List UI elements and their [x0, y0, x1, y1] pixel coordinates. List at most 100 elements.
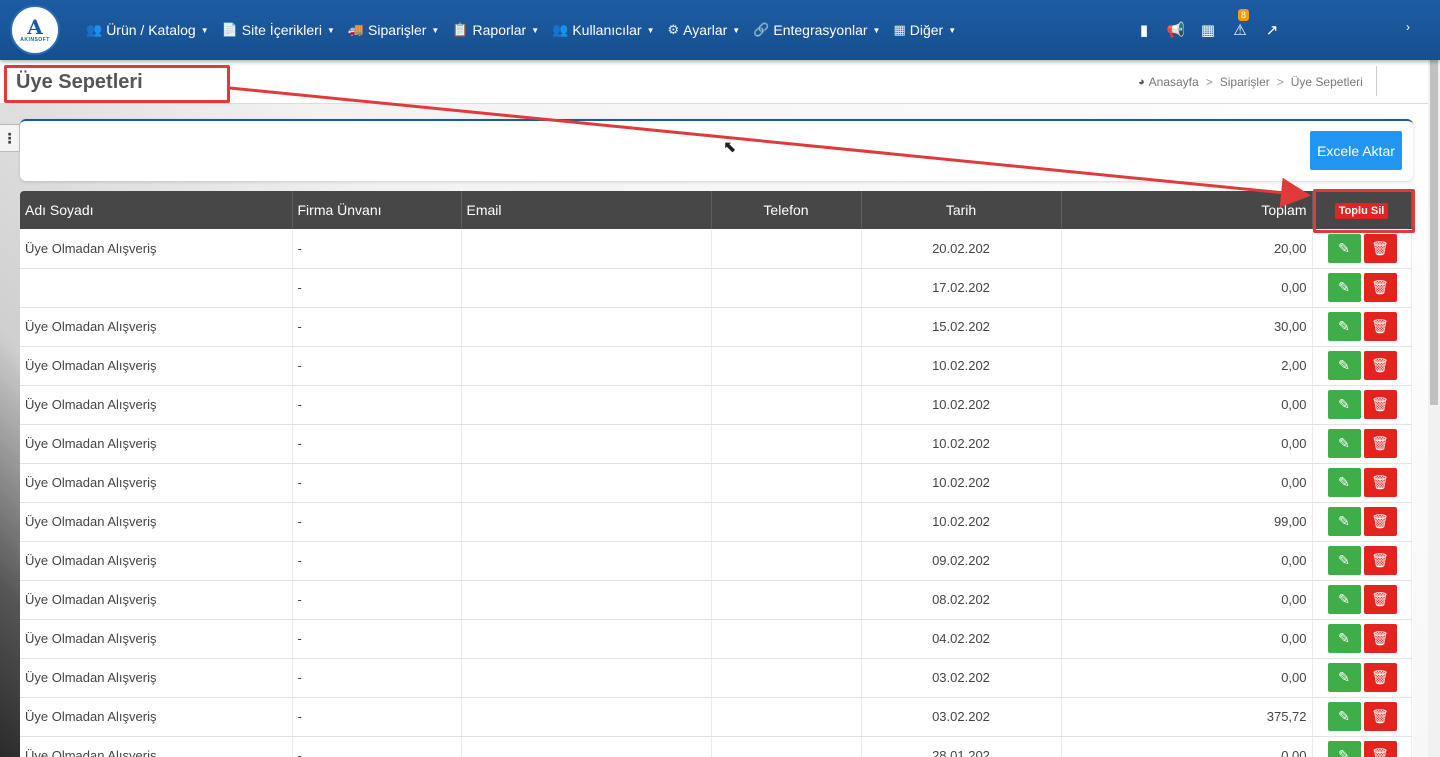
cell-total: 2,00 [1061, 346, 1313, 386]
table-row[interactable]: Üye Olmadan Alışveriş -28.01.202 0,00 ✎ 🗑 [20, 736, 1412, 757]
delete-button[interactable]: 🗑 [1363, 233, 1397, 263]
cell-phone [711, 385, 862, 425]
gears-icon: ⚙ [667, 22, 680, 37]
dashboard-icon: ◕ [1138, 76, 1145, 88]
cell-company: - [292, 580, 462, 620]
collapse-edge-icon[interactable]: › [1406, 20, 1410, 34]
cell-total: 20,00 [1061, 229, 1313, 269]
table-row[interactable]: Üye Olmadan Alışveriş -09.02.202 0,00 ✎ 🗑 [20, 541, 1412, 581]
warning-icon[interactable]: ⚠ 8 [1224, 9, 1256, 39]
table-row[interactable]: Üye Olmadan Alışveriş -20.02.202 20,00 ✎ 🗑 [20, 229, 1412, 269]
edit-button[interactable]: ✎ [1327, 390, 1361, 419]
pencil-icon: ✎ [1338, 747, 1350, 757]
table-row[interactable]: Üye Olmadan Alışveriş -10.02.202 99,00 ✎ 🗑 [20, 502, 1412, 542]
edit-button[interactable]: ✎ [1327, 546, 1361, 575]
col-header-total[interactable]: Toplam [1061, 191, 1313, 229]
export-excel-button[interactable]: Excele Aktar [1310, 131, 1402, 170]
delete-button[interactable]: 🗑 [1363, 468, 1397, 497]
edit-button[interactable]: ✎ [1327, 624, 1361, 653]
cell-email [461, 697, 712, 737]
cell-name: Üye Olmadan Alışveriş [20, 346, 293, 386]
megaphone-icon[interactable]: 📢 [1160, 21, 1192, 39]
table-row[interactable]: Üye Olmadan Alışveriş -10.02.202 2,00 ✎ 🗑 [20, 346, 1412, 386]
breadcrumb-orders[interactable]: Siparişler [1220, 75, 1270, 89]
delete-button[interactable]: 🗑 [1363, 273, 1397, 302]
trash-icon: 🗑 [1371, 318, 1389, 334]
dashboard-grid-icon[interactable]: ▦ [1192, 21, 1224, 39]
table-row[interactable]: Üye Olmadan Alışveriş -15.02.202 30,00 ✎ 🗑 [20, 307, 1412, 347]
delete-button[interactable]: 🗑 [1363, 624, 1397, 653]
nav-item-1[interactable]: 📄 Site İçerikleri ▼ [222, 22, 335, 38]
table-row[interactable]: Üye Olmadan Alışveriş -03.02.202 0,00 ✎ 🗑 [20, 658, 1412, 698]
delete-button[interactable]: 🗑 [1363, 429, 1397, 458]
delete-button[interactable]: 🗑 [1363, 546, 1397, 575]
cell-company: - [292, 541, 462, 581]
table-row[interactable]: Üye Olmadan Alışveriş -10.02.202 0,00 ✎ 🗑 [20, 385, 1412, 425]
edit-button[interactable]: ✎ [1327, 663, 1361, 692]
delete-button[interactable]: 🗑 [1363, 390, 1397, 419]
nav-item-6[interactable]: 🔗 Entegrasyonlar ▼ [753, 22, 880, 38]
table-body: Üye Olmadan Alışveriş -20.02.202 20,00 ✎ 🗑 -1… [20, 229, 1412, 757]
delete-button[interactable]: 🗑 [1363, 312, 1397, 341]
caret-down-icon: ▼ [732, 25, 741, 35]
table-header-row: Adı Soyadı Firma Ünvanı Email Telefon Ta… [20, 191, 1412, 229]
bulk-delete-button[interactable]: Toplu Sil [1334, 203, 1389, 219]
cell-date: 10.02.202 [861, 424, 1062, 464]
edit-button[interactable]: ✎ [1327, 312, 1361, 341]
edit-button[interactable]: ✎ [1327, 741, 1361, 757]
delete-button[interactable]: 🗑 [1363, 702, 1397, 731]
cell-name: Üye Olmadan Alışveriş [20, 424, 293, 464]
nav-item-0[interactable]: 👥 Ürün / Katalog ▼ [86, 22, 209, 38]
table-row[interactable]: Üye Olmadan Alışveriş -08.02.202 0,00 ✎ 🗑 [20, 580, 1412, 620]
page-scrollbar[interactable] [1428, 60, 1440, 757]
pencil-icon: ✎ [1338, 435, 1350, 451]
nav-item-2[interactable]: 🚚 Siparişler ▼ [348, 22, 439, 38]
delete-button[interactable]: 🗑 [1363, 507, 1397, 536]
cell-actions: ✎ 🗑 [1312, 268, 1412, 308]
nav-item-7[interactable]: ▦ Diğer ▼ [893, 22, 956, 38]
cell-email [461, 619, 712, 659]
col-header-name[interactable]: Adı Soyadı [20, 191, 293, 229]
cell-actions: ✎ 🗑 [1312, 619, 1412, 659]
table-row[interactable]: Üye Olmadan Alışveriş -03.02.202 375,72 ✎ 🗑 [20, 697, 1412, 737]
delete-button[interactable]: 🗑 [1363, 741, 1397, 757]
external-link-icon[interactable]: ↗ [1256, 21, 1288, 39]
cell-name: Üye Olmadan Alışveriş [20, 658, 293, 698]
edit-button[interactable]: ✎ [1327, 468, 1361, 497]
sidebar-toggle-button[interactable]: ⋮ [0, 124, 20, 152]
edit-button[interactable]: ✎ [1327, 507, 1361, 536]
table-row[interactable]: Üye Olmadan Alışveriş -10.02.202 0,00 ✎ 🗑 [20, 424, 1412, 464]
cell-total: 0,00 [1061, 736, 1313, 757]
cell-actions: ✎ 🗑 [1312, 346, 1412, 386]
nav-item-3[interactable]: 📋 Raporlar ▼ [452, 22, 539, 38]
edit-button[interactable]: ✎ [1327, 351, 1361, 380]
delete-button[interactable]: 🗑 [1363, 663, 1397, 692]
brand-logo[interactable]: A AKINSOFT [10, 5, 60, 55]
delete-button[interactable]: 🗑 [1363, 585, 1397, 614]
table-row[interactable]: Üye Olmadan Alışveriş -04.02.202 0,00 ✎ 🗑 [20, 619, 1412, 659]
edit-button[interactable]: ✎ [1327, 233, 1361, 263]
scrollbar-thumb[interactable] [1430, 60, 1438, 405]
nav-item-5[interactable]: ⚙ Ayarlar ▼ [668, 22, 741, 38]
cell-company: - [292, 346, 462, 386]
delete-button[interactable]: 🗑 [1363, 351, 1397, 380]
edit-button[interactable]: ✎ [1327, 273, 1361, 302]
cell-name [20, 268, 293, 308]
edit-button[interactable]: ✎ [1327, 429, 1361, 458]
cell-name: Üye Olmadan Alışveriş [20, 619, 293, 659]
table-row[interactable]: -17.02.202 0,00 ✎ 🗑 [20, 268, 1412, 308]
cell-company: - [292, 502, 462, 542]
col-header-date[interactable]: Tarih [861, 191, 1062, 229]
edit-button[interactable]: ✎ [1327, 585, 1361, 614]
edit-button[interactable]: ✎ [1327, 702, 1361, 731]
cell-phone [711, 619, 862, 659]
col-header-company[interactable]: Firma Ünvanı [292, 191, 462, 229]
table-row[interactable]: Üye Olmadan Alışveriş -10.02.202 0,00 ✎ 🗑 [20, 463, 1412, 503]
cell-company: - [292, 385, 462, 425]
nav-item-4[interactable]: 👥 Kullanıcılar ▼ [552, 22, 654, 38]
col-header-email[interactable]: Email [461, 191, 712, 229]
col-header-phone[interactable]: Telefon [711, 191, 862, 229]
cell-phone [711, 463, 862, 503]
breadcrumb-home[interactable]: Anasayfa [1149, 75, 1199, 89]
book-icon[interactable]: ▮ [1128, 21, 1160, 39]
